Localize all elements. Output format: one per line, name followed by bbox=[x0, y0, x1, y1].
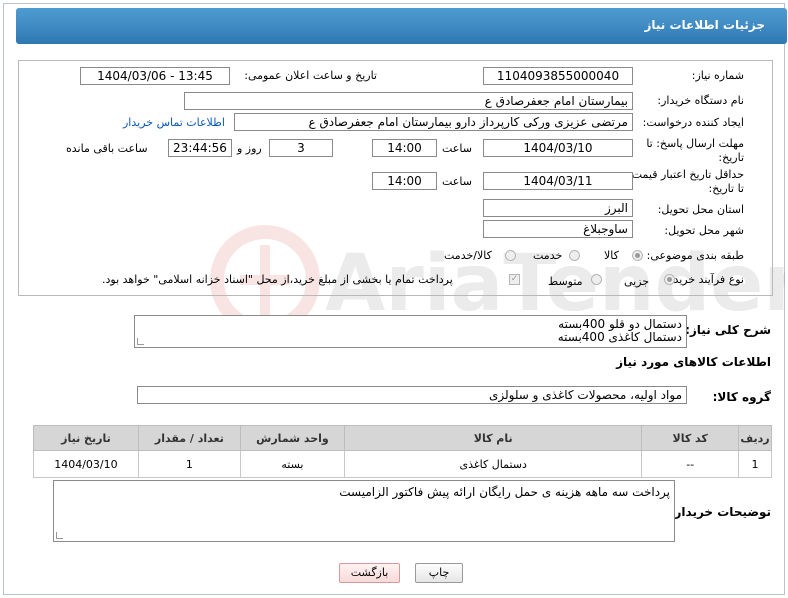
category-radio-service[interactable] bbox=[569, 250, 580, 261]
purchase-process-label: نوع فرآیند خرید : bbox=[666, 273, 744, 286]
process-radio-medium[interactable] bbox=[591, 274, 602, 285]
goods-group-field: مواد اولیه، محصولات کاغذی و سلولزی bbox=[137, 386, 687, 404]
process-option-minor: جزیی bbox=[624, 275, 650, 288]
back-button[interactable]: بازگشت bbox=[339, 563, 400, 583]
goods-group-label: گروه کالا: bbox=[712, 390, 771, 404]
description-line-2: دستمال کاغذی 400بسته bbox=[557, 330, 682, 344]
days-label: روز و bbox=[237, 142, 262, 155]
price-validity-label-2: تا تاریخ: bbox=[708, 182, 744, 195]
description-label: شرح کلی نیاز: bbox=[685, 323, 771, 337]
cell-goods-name: دستمال کاغذی bbox=[344, 450, 643, 478]
cell-need-date: 1404/03/10 bbox=[33, 450, 139, 478]
category-radio-goods[interactable] bbox=[632, 250, 643, 261]
city-field: ساوجبلاغ bbox=[483, 220, 633, 238]
treasury-checkbox[interactable]: ✓ bbox=[509, 274, 520, 285]
buyer-notes-textarea[interactable]: پرداخت سه ماهه هزینه ی حمل رایگان ارائه … bbox=[53, 480, 675, 542]
process-radio-minor[interactable] bbox=[664, 274, 675, 285]
col-goods-code: کد کالا bbox=[641, 425, 740, 451]
province-label: استان محل تحویل: bbox=[657, 203, 744, 216]
need-number-label: شماره نیاز: bbox=[691, 69, 744, 82]
treasury-note: پرداخت تمام یا بخشی از مبلغ خرید،از محل … bbox=[102, 273, 453, 286]
reply-deadline-date: 1404/03/10 bbox=[483, 139, 633, 157]
price-validity-date: 1404/03/11 bbox=[483, 172, 633, 190]
category-radio-goods-service[interactable] bbox=[505, 250, 516, 261]
col-quantity: تعداد / مقدار bbox=[137, 425, 241, 451]
page-header: جزئیات اطلاعات نیاز bbox=[16, 8, 787, 44]
cell-row-number: 1 bbox=[738, 450, 772, 478]
province-field: البرز bbox=[483, 199, 633, 217]
table-row: 1 -- دستمال کاغذی بسته 1 1404/03/10 bbox=[33, 450, 772, 478]
requester-label: ایجاد کننده درخواست: bbox=[642, 116, 744, 129]
price-validity-label-1: حداقل تاریخ اعتبار قیمت: bbox=[628, 168, 744, 181]
city-label: شهر محل تحویل: bbox=[664, 224, 744, 237]
announce-datetime-label: تاریخ و ساعت اعلان عمومی: bbox=[244, 69, 377, 82]
reply-deadline-label-1: مهلت ارسال پاسخ: تا bbox=[646, 137, 744, 150]
reply-deadline-time-label: ساعت bbox=[442, 142, 472, 155]
buyer-notes-text: پرداخت سه ماهه هزینه ی حمل رایگان ارائه … bbox=[339, 485, 670, 499]
process-option-medium: متوسط bbox=[548, 275, 583, 288]
category-option-goods: کالا bbox=[604, 249, 619, 262]
print-button[interactable]: چاپ bbox=[415, 563, 463, 583]
reply-deadline-time: 14:00 bbox=[372, 139, 437, 157]
page-title: جزئیات اطلاعات نیاز bbox=[644, 18, 765, 32]
buyer-org-label: نام دستگاه خریدار: bbox=[657, 94, 744, 107]
col-goods-name: نام کالا bbox=[344, 425, 643, 451]
remaining-days: 3 bbox=[269, 139, 333, 157]
cell-goods-code: -- bbox=[641, 450, 740, 478]
col-row-number: ردیف bbox=[738, 425, 772, 451]
announce-datetime-field: 1404/03/06 - 13:45 bbox=[80, 67, 230, 85]
col-need-date: تاریخ نیاز bbox=[33, 425, 139, 451]
buyer-notes-label: توضیحات خریدار: bbox=[669, 505, 771, 519]
goods-table: ردیف کد کالا نام کالا واحد شمارش تعداد /… bbox=[33, 425, 772, 478]
category-label: طبقه بندی موضوعی: bbox=[646, 249, 744, 262]
table-header-row: ردیف کد کالا نام کالا واحد شمارش تعداد /… bbox=[33, 425, 772, 451]
need-number-field: 1104093855000040 bbox=[483, 67, 633, 85]
price-validity-time: 14:00 bbox=[372, 172, 437, 190]
category-option-service: خدمت bbox=[533, 249, 563, 262]
cell-unit: بسته bbox=[239, 450, 346, 478]
remaining-time-label: ساعت باقی مانده bbox=[66, 142, 148, 155]
goods-info-title: اطلاعات کالاهای مورد نیاز bbox=[616, 355, 771, 369]
reply-deadline-label-2: تاریخ: bbox=[718, 151, 744, 164]
price-validity-time-label: ساعت bbox=[442, 175, 472, 188]
cell-quantity: 1 bbox=[137, 450, 241, 478]
buyer-contact-link[interactable]: اطلاعات تماس خریدار bbox=[123, 116, 225, 129]
buyer-org-field: بیمارستان امام جعفرصادق ع bbox=[184, 92, 633, 110]
remaining-time: 23:44:56 bbox=[168, 139, 232, 157]
col-unit: واحد شمارش bbox=[239, 425, 346, 451]
description-textarea[interactable]: دستمال دو قلو 400بسته دستمال کاغذی 400بس… bbox=[134, 315, 687, 348]
category-option-goods-service: کالا/خدمت bbox=[444, 249, 492, 262]
requester-field: مرتضی عزیزی ورکی کارپرداز دارو بیمارستان… bbox=[234, 113, 633, 131]
